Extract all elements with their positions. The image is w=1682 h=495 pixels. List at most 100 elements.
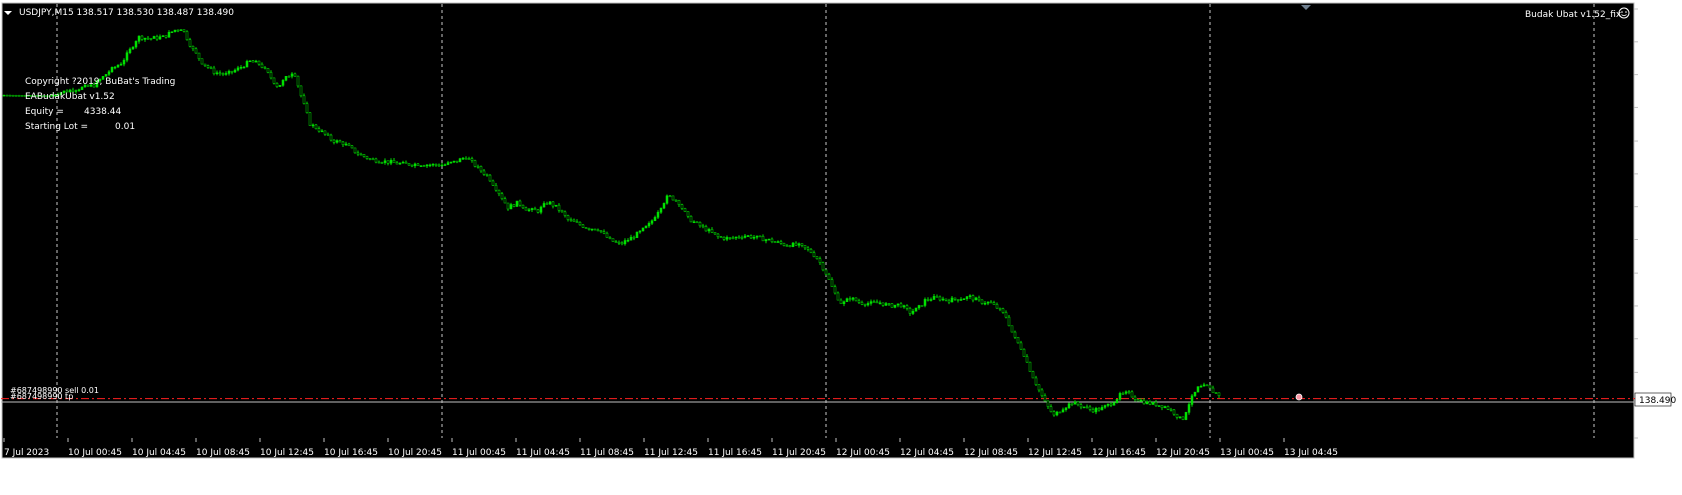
candle-body (614, 241, 618, 243)
candle-body (521, 204, 525, 209)
candle-body (11, 94, 15, 97)
candle-body (452, 160, 456, 163)
candle-body (1193, 391, 1197, 397)
candle-body (542, 203, 546, 208)
candle-body (896, 303, 900, 306)
candle-body (119, 63, 123, 66)
candle-body (170, 31, 174, 33)
candle-body (14, 95, 18, 97)
candle-body (209, 67, 213, 69)
y-tick-label: 142.400 (1640, 71, 1677, 81)
candle-body (416, 163, 420, 166)
candle-body (812, 252, 816, 257)
candle-body (767, 238, 771, 241)
ea-name-label: Budak Ubat v1.52_fix (1525, 10, 1622, 20)
candle-body (230, 70, 234, 73)
candle-body (1034, 377, 1038, 385)
candle-body (770, 238, 774, 243)
candle-body (497, 189, 501, 195)
x-tick-label: 10 Jul 12:45 (260, 448, 314, 458)
order-tp-label: #687498990 tp (10, 392, 73, 401)
candle-body (962, 298, 966, 300)
candle-body (221, 73, 225, 75)
candle-body (620, 242, 624, 245)
candle-body (818, 258, 822, 263)
candle-body (1154, 401, 1158, 407)
candle-body (167, 32, 171, 38)
candle-body (212, 67, 216, 74)
price-chart[interactable]: 7 Jul 2023 10 Jul 00:45 10 Jul 04:45 10 Jul… (0, 0, 1682, 466)
candle-body (224, 73, 228, 75)
candle-body (122, 59, 126, 65)
candle-body (1148, 401, 1152, 405)
x-tick-label: 7 Jul 2023 (4, 448, 49, 458)
x-tick-label: 10 Jul 00:45 (68, 448, 122, 458)
symbol-info: USDJPY,M15 138.517 138.530 138.487 138.4… (19, 8, 234, 18)
candle-body (2, 94, 6, 97)
candle-body (1088, 406, 1092, 410)
candle-body (743, 235, 747, 238)
candle-body (1070, 403, 1074, 406)
y-tick-label: 142.800 (1640, 38, 1677, 48)
candle-body (977, 297, 981, 301)
candle-body (998, 307, 1002, 310)
candle-body (1124, 391, 1128, 394)
candle-body (218, 72, 222, 75)
candle-body (707, 229, 711, 232)
candle-body (185, 31, 189, 40)
candle-body (1073, 401, 1077, 405)
candle-body (788, 245, 792, 247)
candle-body (881, 302, 885, 306)
candle-body (155, 36, 159, 40)
chart-area[interactable] (1, 2, 1635, 459)
candle-body (8, 94, 12, 97)
candle-body (344, 143, 348, 146)
candle-body (161, 35, 165, 37)
candle-body (1094, 407, 1098, 413)
candle-body (593, 228, 597, 231)
candle-body (1118, 393, 1122, 400)
candle-body (1208, 385, 1212, 389)
candle-body (845, 298, 849, 302)
copyright-text: Copyright ?2019, BuBat's Trading (25, 77, 175, 87)
candle-body (488, 174, 492, 182)
candle-body (1160, 405, 1164, 408)
candle-body (950, 297, 954, 303)
candle-body (1064, 407, 1068, 410)
candle-body (893, 304, 897, 308)
candle-body (953, 297, 957, 300)
candle-body (569, 219, 573, 221)
candle-body (332, 139, 336, 143)
candle-body (317, 128, 321, 132)
candle-body (1199, 385, 1203, 388)
candle-body (689, 215, 693, 223)
candle-body (776, 241, 780, 243)
candle-body (815, 256, 819, 260)
candle-body (359, 153, 363, 156)
candle-body (311, 124, 315, 127)
candle-body (188, 39, 192, 47)
candle-body (947, 300, 951, 303)
candle-body (1196, 386, 1200, 393)
candle-body (1166, 406, 1170, 410)
candle-body (995, 304, 999, 309)
candle-body (302, 95, 306, 104)
candle-body (434, 163, 438, 166)
candle-body (503, 198, 507, 204)
candle-body (413, 163, 417, 167)
candle-body (242, 66, 246, 69)
candle-body (1022, 348, 1026, 357)
candle-body (179, 29, 183, 31)
candle-body (80, 86, 84, 90)
candle-body (911, 311, 915, 314)
candle-body (932, 296, 936, 300)
candle-body (293, 73, 297, 77)
order-marker-icon[interactable] (1295, 393, 1303, 401)
candle-body (401, 161, 405, 164)
candle-body (1214, 392, 1218, 394)
candle-body (425, 164, 429, 167)
candle-body (392, 160, 396, 163)
equity-label: Equity = (25, 107, 64, 117)
candle-body (971, 295, 975, 301)
candle-body (944, 298, 948, 301)
